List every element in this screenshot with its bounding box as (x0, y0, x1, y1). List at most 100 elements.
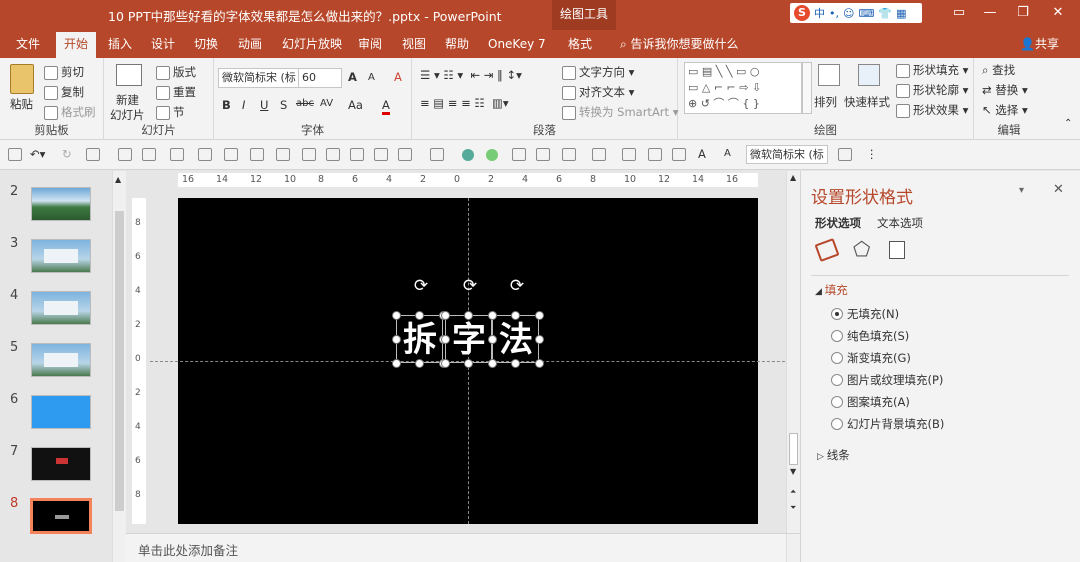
shapes-scroll[interactable] (802, 62, 812, 114)
text-direction-button[interactable]: 文字方向 ▾ (562, 64, 634, 80)
toolbar-icon[interactable] (838, 148, 852, 161)
editor-scrollbar[interactable]: ▲ ▼ ⏶ ⏷ (786, 171, 800, 533)
resize-handle[interactable] (441, 359, 450, 368)
font-color-button[interactable]: A (382, 98, 390, 115)
resize-handle[interactable] (488, 359, 497, 368)
tab-view[interactable]: 视图 (394, 30, 434, 58)
toolbar-icon[interactable] (592, 148, 606, 161)
tab-format[interactable]: 格式 (560, 30, 600, 58)
ime-item[interactable]: 👕 (878, 7, 892, 20)
bold-button[interactable]: B (222, 98, 231, 112)
underline-button[interactable]: U (260, 98, 268, 112)
tab-insert[interactable]: 插入 (100, 30, 140, 58)
italic-button[interactable]: I (242, 98, 245, 112)
radio-no-fill[interactable] (831, 308, 843, 320)
tab-shape-options[interactable]: 形状选项 (815, 215, 861, 231)
save-icon[interactable] (8, 148, 22, 161)
ime-item[interactable]: ⌨ (858, 7, 874, 20)
tab-onekey[interactable]: OneKey 7 (480, 30, 554, 58)
radio-pattern-fill[interactable] (831, 396, 843, 408)
radio-gradient-fill[interactable] (831, 352, 843, 364)
layout-button[interactable]: 版式 (156, 64, 196, 80)
smartart-button[interactable]: 转换为 SmartArt ▾ (562, 104, 678, 120)
toolbar-icon[interactable] (648, 148, 662, 161)
copy-button[interactable]: 复制 (44, 84, 84, 100)
share-button[interactable]: 👤共享 (1012, 30, 1067, 58)
toolbar-icon[interactable] (224, 148, 238, 161)
collapse-ribbon-icon[interactable]: ⌃ (1064, 118, 1072, 129)
tab-home[interactable]: 开始 (56, 32, 97, 58)
slide-char[interactable]: 字 (446, 318, 492, 362)
slide-thumbnail[interactable] (31, 447, 91, 481)
notes-scrollbar[interactable] (786, 534, 800, 562)
slide-char[interactable]: 法 (493, 318, 539, 362)
toolbar-icon[interactable] (536, 148, 550, 161)
customize-qat-icon[interactable]: ⋮ (866, 147, 878, 161)
toolbar-icon[interactable] (198, 148, 212, 161)
toolbar-icon[interactable] (622, 148, 636, 161)
rotate-handle-icon[interactable]: ⟳ (412, 277, 430, 295)
toolbar-icon[interactable] (512, 148, 526, 161)
resize-handle[interactable] (535, 311, 544, 320)
new-slide-label[interactable]: 新建 (116, 92, 139, 108)
toolbar-icon[interactable] (430, 148, 444, 161)
quick-styles-button[interactable]: 快速样式 (844, 94, 890, 110)
close-icon[interactable]: ✕ (1053, 182, 1064, 197)
arrange-button[interactable]: 排列 (814, 94, 837, 110)
bullets-icon[interactable]: ☰ ▾ ☷ ▾ ⇤ ⇥ ‖ ↕▾ (420, 68, 522, 82)
shrink-font-icon[interactable]: A (724, 148, 731, 159)
resize-handle[interactable] (464, 359, 473, 368)
resize-handle[interactable] (488, 335, 497, 344)
resize-handle[interactable] (488, 311, 497, 320)
toolbar-icon[interactable] (276, 148, 290, 161)
resize-handle[interactable] (464, 311, 473, 320)
resize-handle[interactable] (392, 335, 401, 344)
font-family-select[interactable]: 微软简标宋 (标 (218, 68, 300, 88)
shape-circle-icon[interactable] (462, 149, 474, 161)
slide-thumbnail[interactable] (31, 239, 91, 273)
new-slide-label-2[interactable]: 幻灯片 (110, 107, 145, 123)
close-button[interactable]: ✕ (1042, 0, 1074, 26)
reset-button[interactable]: 重置 (156, 84, 196, 100)
thumbnail-scrollbar[interactable]: ▲ (112, 171, 126, 562)
ime-item[interactable]: •, (829, 7, 839, 20)
shape-circle-icon[interactable] (486, 149, 498, 161)
qat-font-select[interactable]: 微软简标宋 (标 (746, 145, 828, 164)
char-spacing-button[interactable]: AV (320, 98, 333, 109)
scroll-up-icon[interactable]: ▲ (790, 173, 796, 182)
toolbar-icon[interactable] (86, 148, 100, 161)
align-text-button[interactable]: 对齐文本 ▾ (562, 84, 634, 100)
shapes-gallery[interactable]: ▭ ▤ ╲ ╲ ▭ ○ ▭ △ ⌐ ⌐ ⇨ ⇩ ⊕ ↺ ⌒ ⌒ { } (684, 62, 802, 114)
effects-pentagon-icon[interactable]: ⬠ (853, 239, 870, 259)
resize-handle[interactable] (511, 311, 520, 320)
resize-handle[interactable] (392, 359, 401, 368)
resize-handle[interactable] (441, 335, 450, 344)
tab-text-options[interactable]: 文本选项 (877, 215, 923, 231)
toolbar-icon[interactable] (562, 148, 576, 161)
font-size-select[interactable]: 60 (298, 68, 342, 88)
replace-button[interactable]: ⇄ 替换 ▾ (982, 82, 1028, 98)
grow-font-icon[interactable]: A (698, 147, 706, 161)
tab-review[interactable]: 审阅 (350, 30, 390, 58)
slide-thumbnail[interactable] (31, 395, 91, 429)
resize-handle[interactable] (415, 359, 424, 368)
slide-thumbnail[interactable] (31, 187, 91, 221)
toolbar-icon[interactable] (672, 148, 686, 161)
minimize-button[interactable]: — (974, 0, 1006, 26)
toolbar-icon[interactable] (326, 148, 340, 161)
resize-handle[interactable] (415, 311, 424, 320)
ime-item[interactable]: ▦ (896, 7, 906, 20)
grow-font-button[interactable]: A (348, 70, 357, 84)
ime-item[interactable]: ☺ (843, 7, 854, 20)
redo-icon[interactable]: ↻ (62, 147, 72, 161)
rotate-handle-icon[interactable]: ⟳ (508, 277, 526, 295)
tab-design[interactable]: 设计 (143, 30, 183, 58)
scroll-thumb[interactable] (115, 211, 124, 511)
resize-handle[interactable] (535, 335, 544, 344)
fill-section-header[interactable]: ◢ 填充 (815, 282, 848, 298)
resize-handle[interactable] (511, 359, 520, 368)
scroll-down-icon[interactable]: ▼ (790, 467, 796, 476)
cut-button[interactable]: 剪切 (44, 64, 84, 80)
slide-char[interactable]: 拆 (397, 318, 443, 362)
next-slide-icon[interactable]: ⏷ (790, 503, 796, 513)
